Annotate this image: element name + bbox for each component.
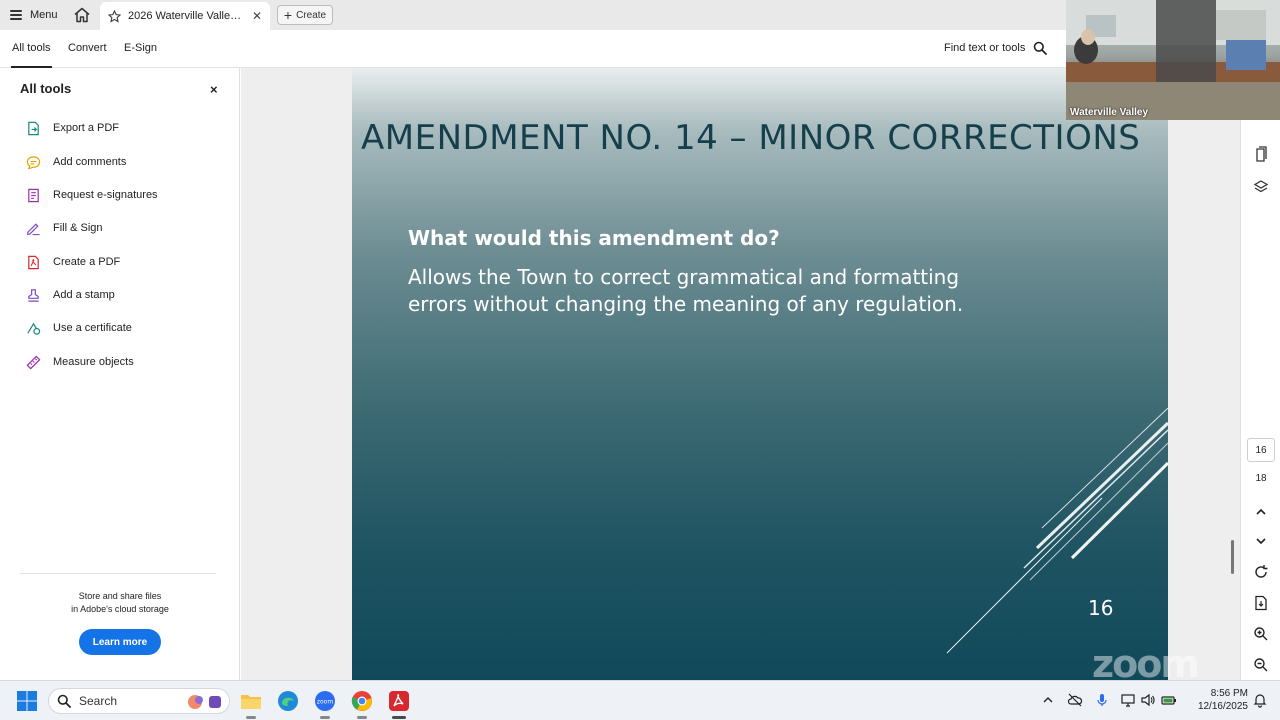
system-clock[interactable]: 8:56 PM 12/16/2025 [1188,687,1248,713]
tool-add-stamp[interactable]: Add a stamp [26,285,115,305]
close-panel-icon[interactable]: × [210,82,218,97]
tool-label: Fill & Sign [53,222,103,234]
search-label: Search [79,694,118,708]
slide-page-number: 16 [1088,596,1114,620]
learn-more-button[interactable]: Learn more [79,629,161,655]
search-icon [57,694,71,708]
tab-convert[interactable]: Convert [68,42,107,54]
chrome-browser-icon[interactable] [350,689,374,713]
all-tools-panel: All tools × Export a PDF Add comments Re… [0,68,240,680]
menu-button[interactable]: Menu [10,6,58,24]
menu-label: Menu [30,9,58,21]
tool-label: Export a PDF [53,122,120,134]
zoom-app-icon[interactable]: zoom [313,689,337,713]
create-pdf-icon [28,255,39,269]
tool-label: Use a certificate [53,322,132,334]
export-pdf-icon [28,121,39,135]
tool-measure-objects[interactable]: Measure objects [26,352,134,372]
cloud-offline-icon[interactable] [1067,692,1083,708]
pages-icon[interactable] [1253,146,1269,162]
create-button[interactable]: + Create [277,5,333,25]
panel-title: All tools [20,81,72,96]
current-page-field[interactable]: 16 [1247,438,1275,462]
tool-label: Request e-signatures [53,189,158,201]
rotate-icon[interactable] [1253,564,1269,580]
windows-taskbar: Search zoom 8:56 PM 12/16/2025 [0,680,1280,720]
webcam-label: Waterville Valley [1070,107,1149,118]
clock-date: 12/16/2025 [1197,701,1248,712]
slide-question: What would this amendment do? [408,226,780,250]
volume-icon[interactable] [1140,692,1156,708]
chevron-down-icon[interactable] [1253,533,1269,549]
battery-icon[interactable] [1161,692,1177,708]
ruler-icon [26,355,41,369]
right-tool-rail: 16 18 [1240,68,1280,680]
zoom-running-indicator [320,716,330,719]
document-tab[interactable]: 2026 Waterville Valley Sl... ✕ [100,2,270,30]
tool-add-comments[interactable]: Add comments [26,152,126,172]
search-highlight-icon [188,695,221,709]
vertical-scrollbar[interactable] [1231,540,1234,574]
tab-e-sign[interactable]: E-Sign [124,42,157,54]
tool-fill-sign[interactable]: Fill & Sign [26,218,103,238]
network-icon[interactable] [1120,692,1136,708]
slide-body: Allows the Town to correct grammatical a… [408,265,964,316]
notification-bell-icon[interactable] [1252,692,1268,708]
promo-line-2: in Adobe's cloud storage [71,604,169,614]
microphone-icon[interactable] [1094,692,1110,708]
panel-divider [20,573,216,574]
stamp-icon [28,288,39,302]
plus-icon: + [283,7,293,23]
webcam-feed: Waterville Valley [1066,0,1280,120]
save-page-icon[interactable] [1253,595,1269,611]
tab-all-tools[interactable]: All tools [11,42,52,68]
create-label: Create [296,9,327,21]
home-icon[interactable] [73,6,91,24]
comment-icon [26,155,41,170]
zoom-out-icon[interactable] [1253,657,1269,673]
tool-label: Measure objects [53,356,134,368]
toolbar: All tools Convert E-Sign Find text or to… [0,30,1066,68]
explorer-running-indicator [246,716,256,719]
tool-create-pdf[interactable]: Create a PDF [26,252,120,272]
tool-label: Add a stamp [53,289,115,301]
pdf-page-slide: AMENDMENT NO. 14 – MINOR CORRECTIONS Wha… [352,68,1168,680]
find-text-or-tools[interactable]: Find text or tools [944,41,1048,55]
cloud-storage-promo: Store and share files in Adobe's cloud s… [20,590,220,616]
clock-time: 8:56 PM [1210,688,1248,699]
tool-label: Add comments [53,156,127,168]
taskbar-search[interactable]: Search [48,688,230,714]
zoom-in-icon[interactable] [1253,626,1269,642]
chrome-running-indicator [357,716,367,719]
acrobat-app-icon[interactable] [387,689,411,713]
request-signature-icon [28,188,39,202]
find-label: Find text or tools [944,42,1026,54]
tool-export-pdf[interactable]: Export a PDF [26,118,119,138]
hamburger-icon [10,10,22,20]
chevron-up-icon[interactable] [1253,504,1269,520]
star-icon[interactable] [108,9,121,23]
tool-label: Create a PDF [53,256,121,268]
chevron-up-icon[interactable] [1040,692,1056,708]
tool-request-e-signatures[interactable]: Request e-signatures [26,185,158,205]
acrobat-active-indicator [392,716,406,719]
document-viewer[interactable]: AMENDMENT NO. 14 – MINOR CORRECTIONS Wha… [241,68,1240,680]
edge-browser-icon[interactable] [276,689,300,713]
tool-use-certificate[interactable]: Use a certificate [26,318,132,338]
decorative-lines [946,408,1168,654]
promo-line-1: Store and share files [78,591,162,601]
total-pages: 18 [1255,473,1267,484]
close-tab-icon[interactable]: ✕ [252,9,262,23]
fill-sign-icon [27,222,40,235]
layers-icon[interactable] [1253,179,1269,195]
meeting-room-video [1066,0,1280,120]
slide-title: AMENDMENT NO. 14 – MINOR CORRECTIONS [361,118,1141,158]
svg-text:zoom: zoom [317,699,333,706]
document-tab-title: 2026 Waterville Valley Sl... [128,10,245,22]
certificate-icon [27,322,41,335]
windows-start-icon[interactable] [15,689,39,713]
search-icon [1034,41,1048,55]
file-explorer-icon[interactable] [239,689,263,713]
